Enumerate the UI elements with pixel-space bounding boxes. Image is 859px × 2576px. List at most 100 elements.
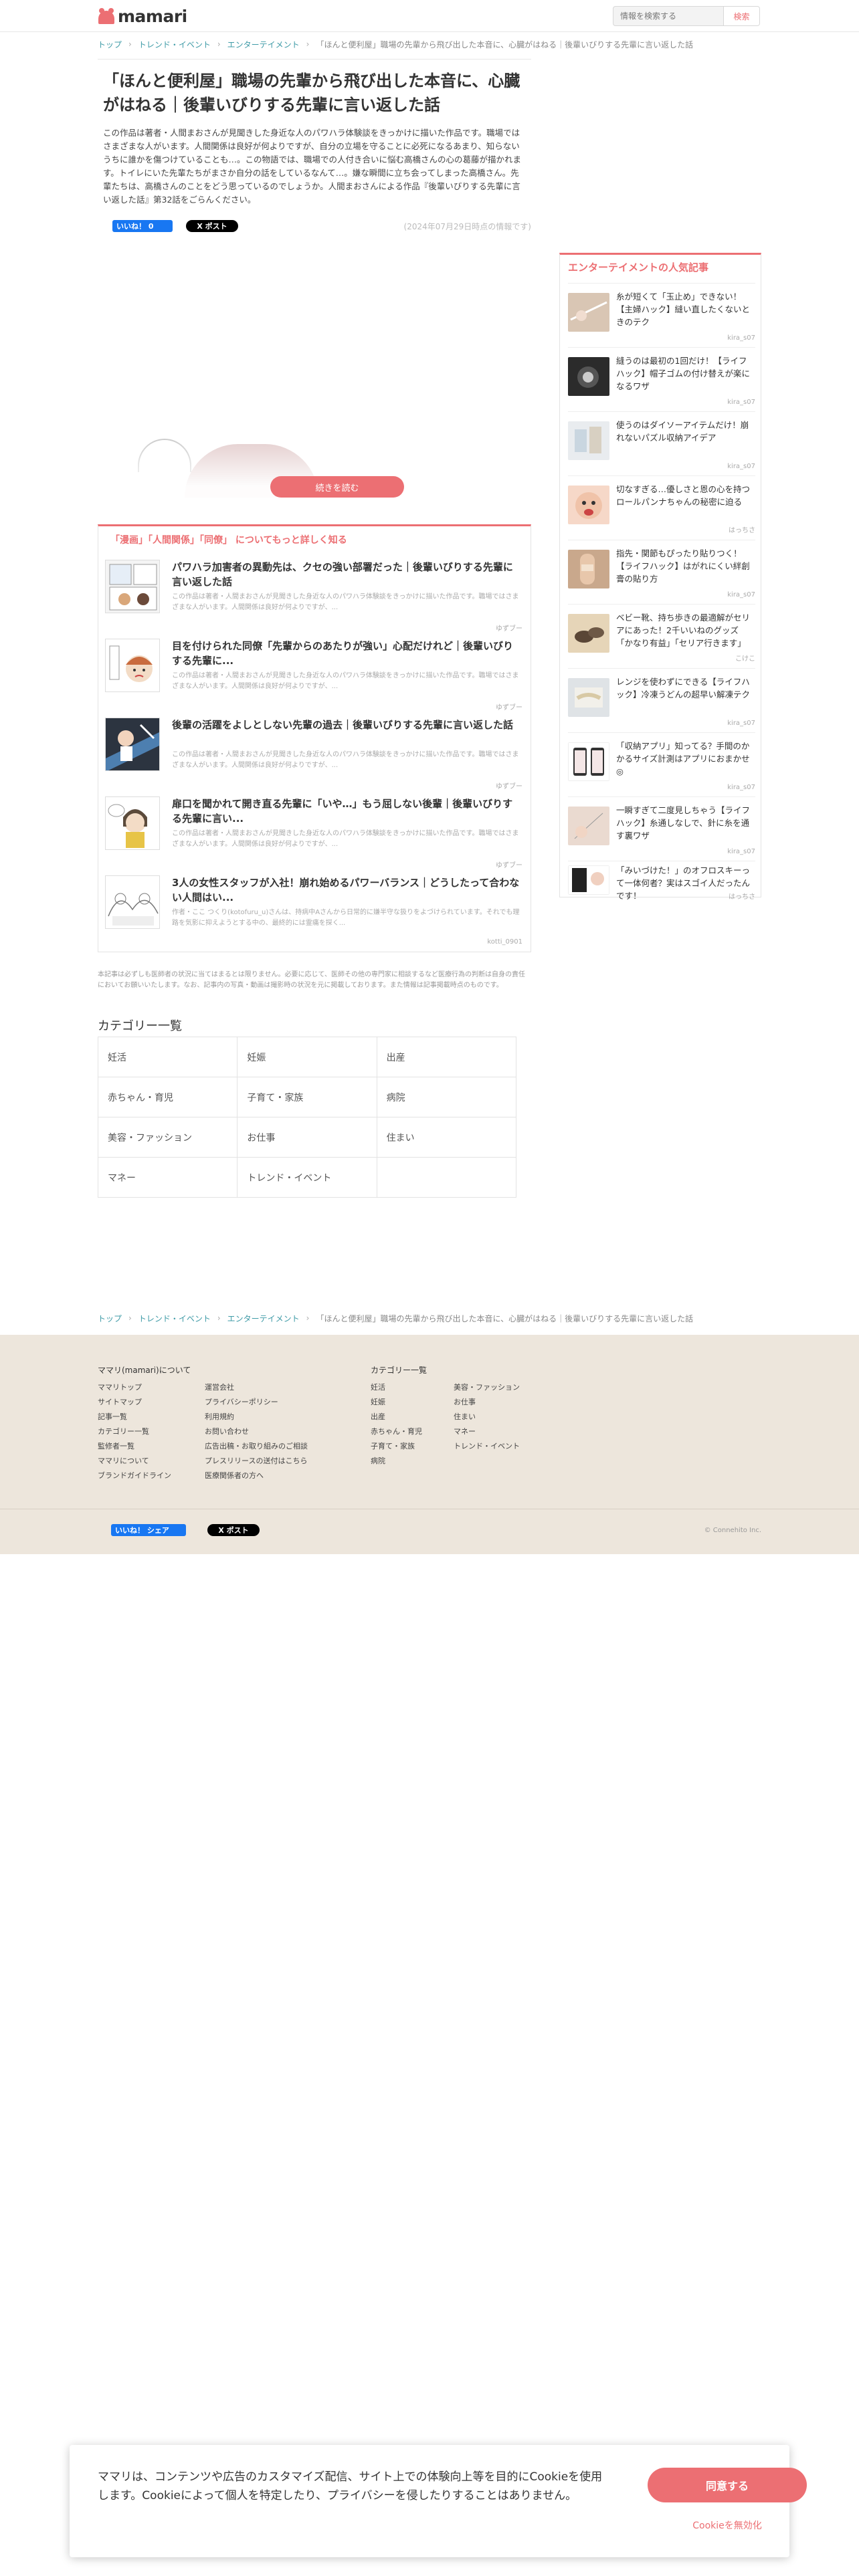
category-link[interactable]: 妊娠 bbox=[237, 1037, 377, 1077]
category-link[interactable]: トレンド・イベント bbox=[237, 1158, 377, 1198]
related-headline[interactable]: 3人の女性スタッフが入社！崩れ始めるパワーバランス｜どうしたって合わない人間はい… bbox=[172, 875, 522, 905]
footer-category-link[interactable]: 病院 bbox=[371, 1455, 385, 1466]
related-thumbnail bbox=[105, 796, 160, 850]
sidebar-thumbnail bbox=[568, 807, 609, 845]
x-post-button[interactable]: X ポスト bbox=[207, 1524, 260, 1536]
category-link[interactable]: マネー bbox=[98, 1158, 238, 1198]
footer-category-link[interactable]: お仕事 bbox=[454, 1396, 476, 1407]
sidebar-article-author: kira_s07 bbox=[727, 463, 755, 470]
sidebar-article-title[interactable]: レンジを使わずにできる【ライフハック】冷凍うどんの超早い解凍テク bbox=[616, 675, 754, 701]
breadcrumb-current: 「ほんと便利屋」職場の先輩から飛び出した本音に、心臓がはねる｜後輩いびりする先輩… bbox=[316, 39, 694, 49]
footer-category-link[interactable]: トレンド・イベント bbox=[454, 1440, 520, 1451]
breadcrumb-link-entertainment[interactable]: エンターテイメント bbox=[227, 39, 300, 50]
related-author: ゆずブー bbox=[496, 625, 522, 633]
sidebar-article[interactable]: 「みいづけた！」のオフロスキーって一体何者？実はスゴイ人だったんです！ はっちさ bbox=[568, 861, 755, 901]
category-link[interactable]: 美容・ファッション bbox=[98, 1117, 238, 1158]
footer-link[interactable]: 広告出稿・お取り組みのご相談 bbox=[205, 1440, 308, 1451]
footer-link[interactable]: お問い合わせ bbox=[205, 1426, 249, 1436]
breadcrumb-link-entertainment[interactable]: エンターテイメント bbox=[227, 1313, 300, 1324]
footer-category-link[interactable]: 住まい bbox=[454, 1411, 476, 1422]
sidebar-thumbnail bbox=[568, 865, 609, 895]
footer-link[interactable]: 利用規約 bbox=[205, 1411, 234, 1422]
article: 「ほんと便利屋」職場の先輩から飛び出した本音に、心臓がはねる｜後輩いびりする先輩… bbox=[98, 59, 531, 232]
related-item[interactable]: パワハラ加害者の異動先は、クセの強い部署だった｜後輩いびりする先輩に言い返した話… bbox=[105, 560, 524, 639]
sidebar-article-title[interactable]: 縫うのは最初の1回だけ！【ライフハック】帽子ゴムの付け替えが楽になるワザ bbox=[616, 354, 754, 393]
continue-reading-button[interactable]: 続きを読む bbox=[270, 476, 404, 498]
related-headline[interactable]: 後輩の活躍をよしとしない先輩の過去｜後輩いびりする先輩に言い返した話 bbox=[172, 718, 522, 732]
related-item[interactable]: 3人の女性スタッフが入社！崩れ始めるパワーバランス｜どうしたって合わない人間はい… bbox=[105, 875, 524, 954]
sidebar-article[interactable]: 一瞬すぎて二度見しちゃう【ライフハック】糸通しなしで、針に糸を通す裏ワザ kir… bbox=[568, 796, 755, 861]
related-headline[interactable]: 目を付けられた同僚「先輩からのあたりが強い」心配だけれど｜後輩いびりする先輩に.… bbox=[172, 639, 522, 668]
related-author: ゆずブー bbox=[496, 704, 522, 712]
footer-link[interactable]: サイトマップ bbox=[98, 1396, 142, 1407]
related-item[interactable]: 後輩の活躍をよしとしない先輩の過去｜後輩いびりする先輩に言い返した話 この作品は… bbox=[105, 718, 524, 796]
footer-link[interactable]: ママリトップ bbox=[98, 1382, 142, 1392]
footer-link[interactable]: 記事一覧 bbox=[98, 1411, 127, 1422]
footer-link[interactable]: カテゴリー一覧 bbox=[98, 1426, 149, 1436]
sidebar-article[interactable]: 縫うのは最初の1回だけ！【ライフハック】帽子ゴムの付け替えが楽になるワザ kir… bbox=[568, 347, 755, 411]
related-item[interactable]: 扉口を聞かれて開き直る先輩に「いや…」もう屈しない後輩｜後輩いびりする先輩に言い… bbox=[105, 796, 524, 875]
sidebar-article-title[interactable]: 「収納アプリ」知ってる？手間のかかるサイズ計測はアプリにおまかせ◎ bbox=[616, 740, 754, 778]
cookie-accept-button[interactable]: 同意する bbox=[648, 2468, 807, 2502]
breadcrumb-link-top[interactable]: トップ bbox=[98, 39, 122, 50]
related-thumbnail bbox=[105, 875, 160, 929]
search-input[interactable] bbox=[613, 6, 724, 26]
category-link[interactable]: 病院 bbox=[377, 1077, 516, 1117]
breadcrumb-bottom: トップ › トレンド・イベント › エンターテイメント › 「ほんと便利屋」職場… bbox=[98, 1311, 693, 1325]
share-row: いいね！ 0 X ポスト (2024年07月29日時点の情報です) bbox=[112, 219, 531, 233]
category-link[interactable]: 子育て・家族 bbox=[237, 1077, 377, 1117]
footer-category-link[interactable]: 子育て・家族 bbox=[371, 1440, 415, 1451]
sidebar-article[interactable]: ベビー靴、持ち歩きの最適解がセリアにあった！2千いいねのグッズ「かなり有益」「セ… bbox=[568, 604, 755, 668]
sidebar-article[interactable]: 使うのはダイソーアイテムだけ！崩れないパズル収納アイデア kira_s07 bbox=[568, 411, 755, 475]
disclaimer-text: 本記事は必ずしも医師者の状況に当てはまるとは限りません。必要に応じて、医師その他… bbox=[98, 971, 525, 989]
footer-category-link[interactable]: 赤ちゃん・育児 bbox=[371, 1426, 422, 1436]
breadcrumb-link-trend[interactable]: トレンド・イベント bbox=[138, 39, 211, 50]
sidebar-article-title[interactable]: 一瞬すぎて二度見しちゃう【ライフハック】糸通しなしで、針に糸を通す裏ワザ bbox=[616, 804, 754, 842]
sidebar-article-title[interactable]: ベビー靴、持ち歩きの最適解がセリアにあった！2千いいねのグッズ「かなり有益」「セ… bbox=[616, 611, 754, 649]
sidebar-article[interactable]: レンジを使わずにできる【ライフハック】冷凍うどんの超早い解凍テク kira_s0… bbox=[568, 668, 755, 732]
breadcrumb-link-top[interactable]: トップ bbox=[98, 1313, 122, 1324]
cookie-message: ママリは、コンテンツや広告のカスタマイズ配信、サイト上での体験向上等を目的にCo… bbox=[98, 2470, 603, 2502]
category-link[interactable]: 赤ちゃん・育児 bbox=[98, 1077, 238, 1117]
category-link[interactable]: 住まい bbox=[377, 1117, 516, 1158]
footer-category-link[interactable]: マネー bbox=[454, 1426, 476, 1436]
sidebar-thumbnail bbox=[568, 357, 609, 396]
footer-link[interactable]: 監修者一覧 bbox=[98, 1440, 134, 1451]
sidebar-article[interactable]: 指先・関節もぴったり貼りつく！【ライフハック】はがれにくい絆創膏の貼り方 kir… bbox=[568, 540, 755, 604]
footer-link[interactable]: 運営会社 bbox=[205, 1382, 234, 1392]
footer-link[interactable]: ママリについて bbox=[98, 1455, 149, 1466]
facebook-share-button[interactable]: いいね！ シェア bbox=[111, 1524, 186, 1536]
footer-category-link[interactable]: 美容・ファッション bbox=[454, 1382, 520, 1392]
breadcrumb-link-trend[interactable]: トレンド・イベント bbox=[138, 1313, 211, 1324]
footer-link[interactable]: 医療関係者の方へ bbox=[205, 1470, 264, 1481]
sidebar-thumbnail bbox=[568, 678, 609, 717]
footer-category-link[interactable]: 妊活 bbox=[371, 1382, 385, 1392]
footer-link[interactable]: ブランドガイドライン bbox=[98, 1470, 171, 1481]
footer-category-link[interactable]: 妊娠 bbox=[371, 1396, 385, 1407]
sidebar-article-title[interactable]: 切なすぎる…優しさと恩の心を持つロールパンナちゃんの秘密に迫る bbox=[616, 483, 754, 508]
related-item[interactable]: 目を付けられた同僚「先輩からのあたりが強い」心配だけれど｜後輩いびりする先輩に.… bbox=[105, 639, 524, 718]
related-headline[interactable]: 扉口を聞かれて開き直る先輩に「いや…」もう屈しない後輩｜後輩いびりする先輩に言い… bbox=[172, 796, 522, 826]
sidebar-thumbnail bbox=[568, 742, 609, 781]
sidebar-article[interactable]: 「収納アプリ」知ってる？手間のかかるサイズ計測はアプリにおまかせ◎ kira_s… bbox=[568, 732, 755, 796]
cookie-reject-button[interactable]: Cookieを無効化 bbox=[648, 2514, 807, 2536]
sidebar-article[interactable]: 切なすぎる…優しさと恩の心を持つロールパンナちゃんの秘密に迫る はっちさ bbox=[568, 475, 755, 540]
facebook-like-button[interactable]: いいね！ 0 bbox=[112, 220, 173, 232]
site-logo[interactable]: mamari bbox=[98, 7, 187, 26]
footer-link[interactable]: プレスリリースの送付はこちら bbox=[205, 1455, 307, 1466]
category-link[interactable]: お仕事 bbox=[237, 1117, 377, 1158]
related-desc: この作品は著者・人間まおさんが見聞きした身近な人のパワハラ体験談をきっかけに描い… bbox=[172, 830, 519, 848]
category-link[interactable]: 妊活 bbox=[98, 1037, 238, 1077]
sidebar-article-title[interactable]: 指先・関節もぴったり貼りつく！【ライフハック】はがれにくい絆創膏の貼り方 bbox=[616, 547, 754, 585]
footer-link[interactable]: プライバシーポリシー bbox=[205, 1396, 278, 1407]
sidebar-article[interactable]: 糸が短くて「玉止め」できない！【主婦ハック】縫い直したくないときのテク kira… bbox=[568, 283, 755, 347]
x-post-button[interactable]: X ポスト bbox=[186, 220, 238, 232]
category-link[interactable]: 出産 bbox=[377, 1037, 516, 1077]
related-headline[interactable]: パワハラ加害者の異動先は、クセの強い部署だった｜後輩いびりする先輩に言い返した話 bbox=[172, 560, 522, 589]
footer-category-link[interactable]: 出産 bbox=[371, 1411, 385, 1422]
sidebar-title: エンターテイメントの人気記事 bbox=[568, 261, 709, 274]
sidebar-article-title[interactable]: 糸が短くて「玉止め」できない！【主婦ハック】縫い直したくないときのテク bbox=[616, 290, 754, 328]
sidebar-article-title[interactable]: 使うのはダイソーアイテムだけ！崩れないパズル収納アイデア bbox=[616, 419, 754, 444]
search-button[interactable]: 検索 bbox=[724, 6, 760, 26]
breadcrumb-separator-icon: › bbox=[128, 1313, 132, 1323]
